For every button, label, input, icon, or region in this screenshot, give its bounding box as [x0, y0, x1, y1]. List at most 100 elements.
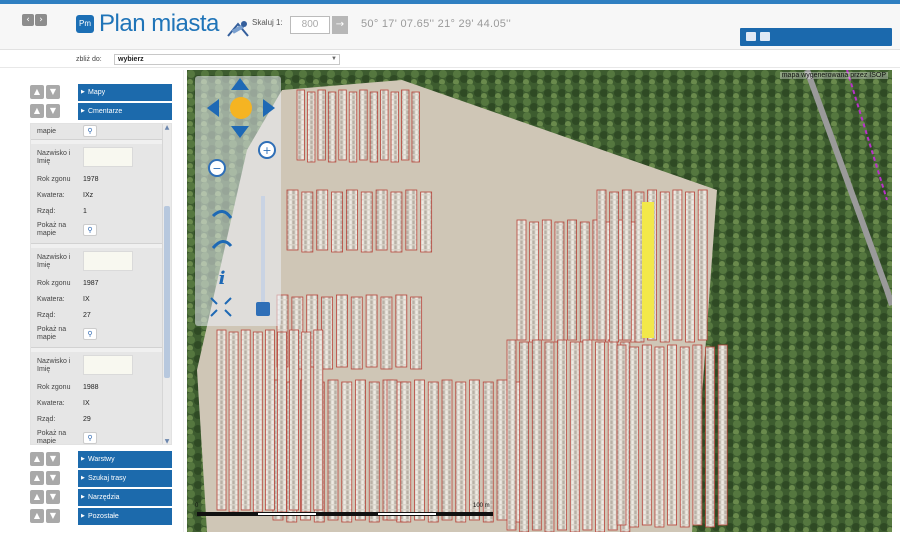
row-label: Rząd: — [37, 312, 56, 319]
grave-block — [569, 341, 580, 532]
grave-block — [596, 189, 607, 341]
pan-control[interactable] — [207, 78, 275, 138]
scroll-down-icon[interactable]: ▼ — [163, 438, 171, 444]
grave-block — [410, 296, 423, 370]
arrow-down-icon[interactable]: ▼ — [46, 104, 60, 118]
grave-block — [365, 294, 378, 368]
redo-icon[interactable] — [211, 240, 233, 249]
zoom-to-value: wybierz — [118, 56, 144, 63]
magnifier-icon[interactable]: ⚲ — [83, 224, 97, 236]
map-view[interactable]: mapa wygenerowana przez ISOP + − i 0 100… — [187, 70, 892, 532]
panel-layers[interactable]: ▲ ▼ Warstwy — [30, 451, 172, 468]
arrow-down-icon[interactable]: ▼ — [46, 509, 60, 523]
svg-text:−: − — [212, 162, 221, 175]
grave-block — [386, 379, 398, 521]
back-icon[interactable]: ‹ — [22, 14, 34, 26]
zoom-to-select[interactable]: wybierz ▼ — [114, 54, 340, 65]
grave-block — [672, 189, 683, 341]
arrow-up-icon[interactable]: ▲ — [30, 471, 44, 485]
scale-input[interactable]: 800 — [290, 16, 330, 34]
grave-block — [567, 219, 578, 341]
grave-block — [414, 379, 425, 521]
panel-maps-label[interactable]: Mapy — [78, 84, 172, 101]
name-value-box — [83, 147, 133, 167]
arrow-down-icon[interactable]: ▼ — [46, 452, 60, 466]
chevron-down-icon[interactable]: ▼ — [330, 56, 338, 63]
arrow-up-icon[interactable]: ▲ — [30, 452, 44, 466]
scroll-thumb[interactable] — [164, 206, 170, 378]
panel-maps[interactable]: ▲ ▼ Mapy — [30, 84, 172, 101]
result-card: Nazwisko i Imię Rok zgonu 1987 Kwatera: … — [31, 248, 163, 348]
arrow-down-icon[interactable]: ▼ — [46, 490, 60, 504]
aerial-map[interactable] — [187, 70, 892, 532]
grave-block — [595, 341, 605, 532]
undo-icon[interactable] — [211, 210, 233, 219]
panel-tools-label[interactable]: Narzędzia — [78, 489, 172, 506]
grave-block — [582, 339, 593, 531]
fullscreen-icon[interactable] — [210, 297, 232, 317]
grave-block — [401, 89, 410, 161]
panel-route-search[interactable]: ▲ ▼ Szukaj trasy — [30, 470, 172, 487]
scroll-up-icon[interactable]: ▲ — [163, 124, 171, 132]
info-icon[interactable]: i — [219, 268, 226, 289]
results-scrollbar[interactable]: ▲ ▼ — [162, 124, 171, 444]
zoom-to-label: zbliż do: — [76, 56, 102, 63]
panel-cemeteries[interactable]: ▲ ▼ Cmentarze — [30, 103, 172, 120]
panel-route-search-label[interactable]: Szukaj trasy — [78, 470, 172, 487]
grave-block — [544, 341, 555, 532]
pan-right-icon[interactable] — [263, 99, 275, 117]
arrow-down-icon[interactable]: ▼ — [46, 471, 60, 485]
grave-block — [296, 89, 305, 161]
pan-down-icon[interactable] — [231, 126, 249, 138]
grave-block — [482, 381, 494, 523]
grave-block — [697, 189, 708, 341]
grave-block — [629, 346, 640, 528]
grave-block — [400, 381, 412, 523]
row-label: Rząd: — [37, 208, 56, 215]
grave-block — [327, 379, 339, 521]
grave-block — [390, 191, 403, 253]
svg-text:+: + — [262, 144, 271, 157]
grave-block — [616, 344, 627, 526]
grave-block — [519, 341, 530, 532]
arrow-up-icon[interactable]: ▲ — [30, 490, 44, 504]
grave-block — [717, 344, 728, 526]
section-label: Kwatera: — [37, 400, 65, 407]
arrow-up-icon[interactable]: ▲ — [30, 85, 44, 99]
hand-icon[interactable] — [230, 97, 252, 119]
window-icon[interactable] — [746, 32, 756, 41]
scale-go-button[interactable]: → — [332, 16, 348, 34]
magnifier-icon[interactable]: ⚲ — [83, 125, 97, 137]
grave-block — [659, 191, 670, 343]
grave-block — [531, 339, 542, 531]
grave-block — [277, 331, 287, 513]
grave-block — [375, 189, 388, 251]
panel-tools[interactable]: ▲ ▼ Narzędzia — [30, 489, 172, 506]
grave-block — [441, 379, 453, 521]
toolbar-right — [740, 28, 892, 46]
pan-left-icon[interactable] — [207, 99, 219, 117]
grave-block — [516, 219, 527, 341]
section-label: Kwatera: — [37, 192, 65, 199]
arrow-up-icon[interactable]: ▲ — [30, 509, 44, 523]
forward-icon[interactable]: › — [35, 14, 47, 26]
arrow-down-icon[interactable]: ▼ — [46, 85, 60, 99]
app-header: ‹ › Pm Plan miasta Skaluj 1: 800 → 50° 1… — [0, 4, 900, 50]
magnifier-icon[interactable]: ⚲ — [83, 328, 97, 340]
zoom-slider-track[interactable] — [261, 196, 265, 306]
name-label: Nazwisko i Imię — [37, 150, 71, 165]
panel-cemeteries-label[interactable]: Cmentarze — [78, 103, 172, 120]
panel-layers-label[interactable]: Warstwy — [78, 451, 172, 468]
print-icon[interactable] — [760, 32, 770, 41]
panel-other[interactable]: ▲ ▼ Pozostałe — [30, 508, 172, 525]
pan-up-icon[interactable] — [231, 78, 249, 90]
section-value: IX — [83, 400, 90, 407]
name-value-box — [83, 355, 133, 375]
panel-other-label[interactable]: Pozostałe — [78, 508, 172, 525]
magnifier-icon[interactable]: ⚲ — [83, 432, 97, 444]
highlighted-grave-row[interactable] — [642, 202, 654, 338]
zoom-slider-handle[interactable] — [256, 302, 270, 316]
section-value: IXz — [83, 192, 94, 199]
arrow-up-icon[interactable]: ▲ — [30, 104, 44, 118]
grave-block — [228, 331, 239, 513]
